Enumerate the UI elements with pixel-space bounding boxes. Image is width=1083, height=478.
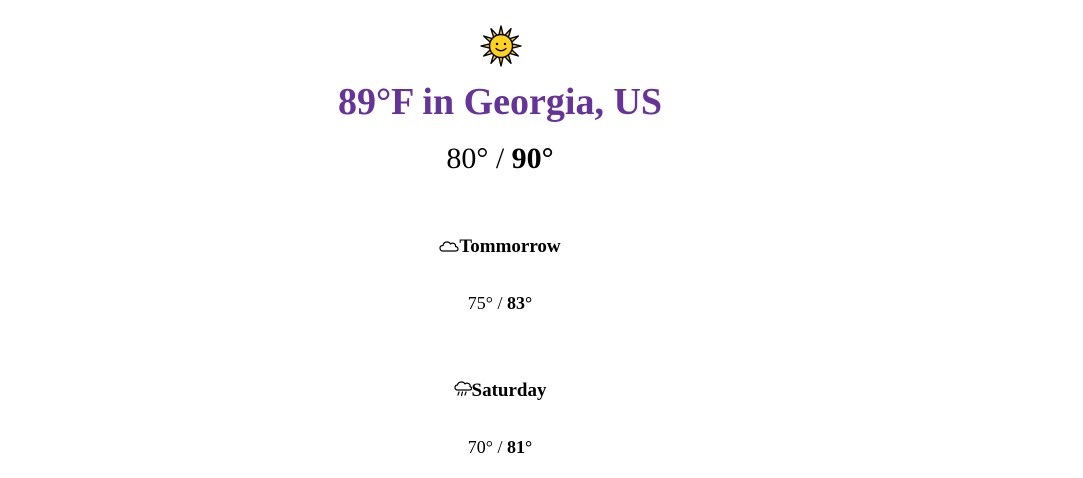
page-title: 89°F in Georgia, US [337, 81, 663, 123]
forecast-day-label: Saturday [471, 380, 547, 401]
today-temperature-range: 80° / 90° [0, 141, 1000, 177]
temp-separator: / [492, 293, 507, 313]
forecast-high-temp: 81° [507, 437, 533, 457]
forecast-day-heading-tomorrow: Tommorrow [0, 236, 1000, 259]
forecast-temperature-range-tomorrow: 75° / 83° [0, 292, 1000, 314]
weather-page: 89°F in Georgia, US 80° / 90° Tommorrow … [0, 0, 1083, 478]
cloud-icon [439, 237, 459, 259]
forecast-day-label: Tommorrow [459, 236, 561, 257]
forecast-day-heading-saturday: Saturday [0, 380, 1000, 403]
forecast-low-temp: 70° [467, 437, 493, 457]
sun-with-face-icon [480, 25, 522, 67]
temp-separator: / [488, 142, 512, 175]
forecast-low-temp: 75° [467, 293, 493, 313]
today-low-temp: 80° [446, 142, 489, 175]
today-high-temp: 90° [511, 142, 554, 175]
forecast-temperature-range-saturday: 70° / 81° [0, 436, 1000, 458]
forecast-high-temp: 83° [507, 293, 533, 313]
temp-separator: / [492, 437, 507, 457]
cloud-with-rain-icon [453, 381, 472, 403]
